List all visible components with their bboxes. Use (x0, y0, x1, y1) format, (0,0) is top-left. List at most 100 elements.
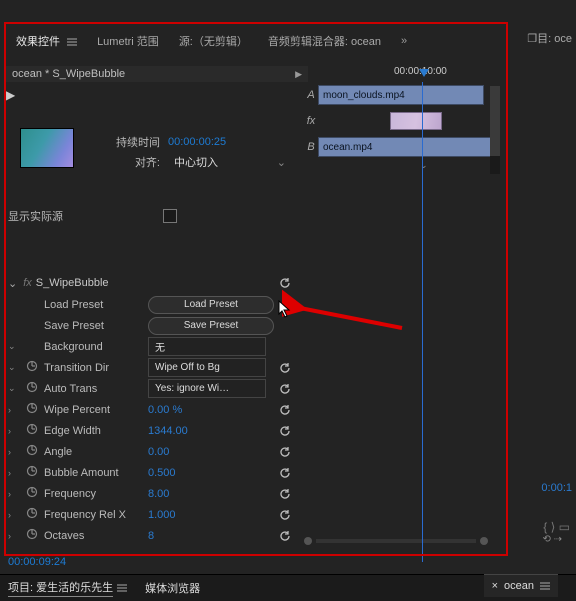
cursor-icon (278, 300, 292, 318)
horizontal-zoom-scrollbar[interactable] (304, 536, 488, 546)
time-ruler[interactable]: 00:00:10:00 (304, 66, 500, 84)
param-value[interactable]: 8.00 (148, 488, 169, 500)
chevron-right-icon[interactable]: › (8, 510, 11, 520)
stopwatch-icon[interactable] (26, 381, 38, 396)
panel-menu-icon[interactable] (117, 584, 127, 592)
scroll-track[interactable] (316, 539, 476, 543)
reset-icon[interactable] (278, 487, 292, 501)
vertical-scrollbar[interactable] (490, 86, 500, 174)
current-timecode[interactable]: 00:00:09:24 (8, 556, 66, 568)
param-row-frequency-rel-x: ›Frequency Rel X1.000 (0, 504, 300, 525)
alignment-value: 中心切入 (174, 154, 218, 170)
transition-thumbnail[interactable] (20, 128, 74, 168)
right-timecode: 0:00:1 (541, 482, 572, 494)
transition-bar[interactable] (390, 112, 442, 130)
chevron-right-icon[interactable]: › (8, 426, 11, 436)
reset-icon[interactable] (278, 403, 292, 417)
reset-icon[interactable] (278, 361, 292, 375)
scrollbar-thumb[interactable] (490, 86, 500, 156)
param-label: Bubble Amount (22, 467, 148, 479)
stopwatch-icon[interactable] (26, 465, 38, 480)
param-value[interactable]: 8 (148, 530, 154, 542)
alignment-label: 对齐: (104, 154, 160, 170)
param-value[interactable]: 0.00 % (148, 404, 182, 416)
param-value[interactable]: 1344.00 (148, 425, 188, 437)
tabs-overflow[interactable]: » (397, 31, 411, 51)
chevron-right-icon[interactable]: › (8, 489, 11, 499)
effect-name: S_WipeBubble (36, 277, 109, 289)
panel-menu-icon[interactable] (67, 38, 77, 46)
chevron-right-icon[interactable]: › (8, 531, 11, 541)
tab-source[interactable]: 源:（无剪辑） (175, 29, 252, 53)
param-value[interactable]: 0.500 (148, 467, 176, 479)
track-a: A moon_clouds.mp4 (304, 84, 500, 106)
show-actual-source-label: 显示实际源 (8, 208, 63, 224)
clip-label: moon_clouds.mp4 (323, 90, 405, 101)
effect-header[interactable]: ⌄ fx S_WipeBubble (0, 272, 300, 294)
show-actual-source-checkbox[interactable] (163, 209, 177, 223)
auto-trans-dropdown[interactable]: Yes: ignore Wi…⌄ (148, 379, 266, 398)
chevron-right-icon[interactable]: › (8, 468, 11, 478)
chevron-down-icon: ⌄ (8, 362, 16, 373)
param-value[interactable]: 0.00 (148, 446, 169, 458)
reset-icon[interactable] (278, 382, 292, 396)
zoom-handle-left[interactable] (304, 537, 312, 545)
clip-a[interactable]: moon_clouds.mp4 (318, 85, 484, 105)
play-transition-icon[interactable]: ▶ (6, 88, 15, 102)
param-row-octaves: › Octaves8 (0, 525, 300, 546)
stopwatch-icon[interactable] (26, 360, 38, 375)
right-panel-tab[interactable]: ❐目: oce (527, 30, 572, 46)
tab-label: 项目: 爱生活的乐先生 (8, 579, 113, 597)
close-icon[interactable]: × (492, 580, 498, 592)
stopwatch-icon[interactable] (26, 402, 38, 417)
tab-project[interactable]: 项目: 爱生活的乐先生 (8, 579, 127, 597)
tab-effect-controls[interactable]: 效果控件 (12, 29, 81, 53)
duration-label: 持续时间 (104, 134, 160, 150)
clip-b[interactable]: ocean.mp4 (318, 137, 494, 157)
show-actual-source-row: 显示实际源 (8, 208, 177, 224)
param-label: Wipe Percent (22, 404, 148, 416)
tab-label: 效果控件 (16, 36, 60, 48)
tab-label: ocean (504, 580, 534, 592)
tab-label: 媒体浏览器 (145, 580, 200, 596)
param-value[interactable]: 1.000 (148, 509, 176, 521)
tab-lumetri[interactable]: Lumetri 范围 (93, 29, 163, 53)
overflow-label: » (401, 35, 407, 47)
stopwatch-icon[interactable] (26, 444, 38, 459)
param-label: Auto Trans (22, 383, 148, 395)
chevron-down-icon: ⌄ (8, 383, 16, 394)
timeline-nav-icons[interactable]: ⟲ ⇢ (542, 534, 562, 545)
transition-dir-dropdown[interactable]: Wipe Off to Bg⌄ (148, 358, 266, 377)
reset-icon[interactable] (278, 466, 292, 480)
reset-icon[interactable] (278, 445, 292, 459)
zoom-handle-right[interactable] (480, 537, 488, 545)
panel-menu-icon[interactable] (540, 582, 550, 590)
load-preset-button[interactable]: Load Preset (148, 296, 274, 314)
duration-value[interactable]: 00:00:00:25 (168, 136, 226, 148)
stopwatch-icon[interactable] (26, 507, 38, 522)
track-label: B (304, 141, 318, 153)
stopwatch-icon[interactable] (26, 423, 38, 438)
right-strip-icons[interactable]: { ⟩ ▭ (543, 520, 570, 534)
expand-icon[interactable]: ▶ (295, 69, 302, 80)
param-label: Edge Width (22, 425, 148, 437)
save-preset-button[interactable]: Save Preset (148, 317, 274, 335)
playhead-handle-icon[interactable] (418, 68, 430, 83)
tab-audio-mixer[interactable]: 音频剪辑混合器: ocean (264, 29, 385, 53)
stopwatch-icon[interactable] (26, 528, 38, 543)
reset-icon[interactable] (278, 276, 292, 290)
alignment-dropdown[interactable]: 中心切入 ⌄ (168, 153, 292, 171)
chevron-right-icon[interactable]: › (8, 447, 11, 457)
chevron-right-icon[interactable]: › (8, 405, 11, 415)
background-dropdown[interactable]: 无⌄ (148, 337, 266, 356)
param-label: Octaves (22, 530, 148, 542)
playhead-line[interactable] (422, 82, 423, 562)
chevron-down-icon: ⌄ (277, 156, 286, 169)
reset-icon[interactable] (278, 424, 292, 438)
tab-media-browser[interactable]: 媒体浏览器 (145, 580, 200, 596)
sequence-tab-ocean[interactable]: × ocean (484, 574, 558, 597)
reset-icon[interactable] (278, 529, 292, 543)
reset-icon[interactable] (278, 508, 292, 522)
tab-label: 源:（无剪辑） (179, 36, 248, 48)
stopwatch-icon[interactable] (26, 486, 38, 501)
